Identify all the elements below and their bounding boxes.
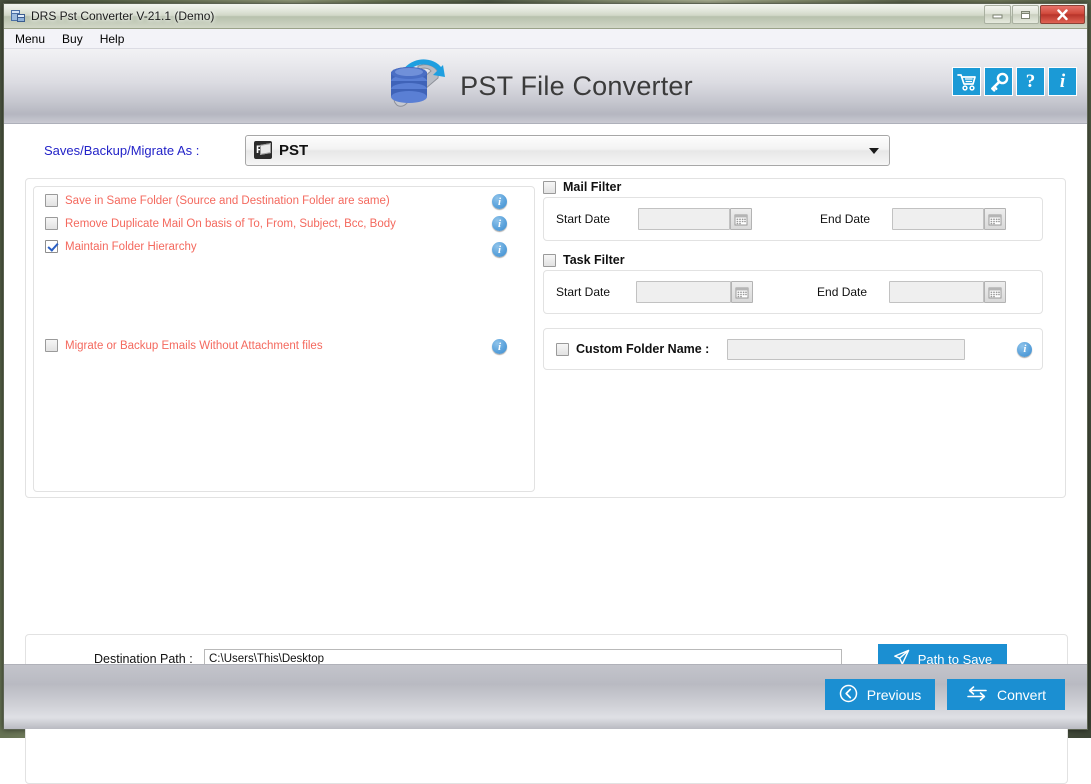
task-filter-end-input[interactable] bbox=[889, 281, 984, 303]
mail-filter-start-input[interactable] bbox=[638, 208, 730, 230]
checkbox-custom-folder-name[interactable] bbox=[556, 343, 569, 356]
checkbox-save-in-same-folder[interactable] bbox=[45, 194, 58, 207]
info-icon-save-in-same-folder[interactable]: i bbox=[492, 194, 507, 209]
database-wrench-logo bbox=[388, 56, 450, 117]
save-as-selected-value: PST bbox=[279, 142, 308, 159]
mail-filter-title: Mail Filter bbox=[563, 180, 621, 194]
brand-header: PST File Converter bbox=[4, 49, 1087, 124]
circle-chevron-left-icon bbox=[839, 684, 858, 706]
option-migrate-without-attachment[interactable]: Migrate or Backup Emails Without Attachm… bbox=[45, 339, 323, 352]
minimize-button[interactable] bbox=[984, 5, 1011, 24]
mail-filter-end-label: End Date bbox=[820, 212, 870, 226]
mail-filter-group: Mail Filter Start Date bbox=[543, 180, 1043, 241]
conversion-options-box: Save in Same Folder (Source and Destinat… bbox=[33, 186, 535, 492]
menu-bar: Menu Buy Help bbox=[4, 29, 1087, 49]
task-filter-title: Task Filter bbox=[563, 253, 625, 267]
custom-folder-input[interactable] bbox=[727, 339, 965, 360]
key-icon[interactable] bbox=[984, 67, 1013, 96]
exchange-arrows-icon bbox=[966, 685, 988, 705]
app-window-icon bbox=[10, 8, 26, 24]
task-filter-start-label: Start Date bbox=[556, 285, 610, 299]
save-as-row: Saves/Backup/Migrate As : P PST bbox=[4, 124, 1087, 176]
brand-block: PST File Converter bbox=[388, 56, 693, 117]
info-icon-maintain-folder-hierarchy[interactable]: i bbox=[492, 242, 507, 257]
checkbox-migrate-without-attachment[interactable] bbox=[45, 339, 58, 352]
task-filter-end-calendar-icon[interactable] bbox=[984, 281, 1006, 303]
info-icon-custom-folder[interactable]: i bbox=[1017, 342, 1032, 357]
option-save-in-same-folder[interactable]: Save in Same Folder (Source and Destinat… bbox=[45, 194, 390, 207]
convert-label: Convert bbox=[997, 687, 1046, 703]
help-glyph: ? bbox=[1026, 72, 1036, 91]
menu-item-menu[interactable]: Menu bbox=[13, 31, 47, 47]
task-filter-box: Start Date bbox=[543, 270, 1043, 314]
task-filter-header[interactable]: Task Filter bbox=[543, 253, 1043, 267]
custom-folder-box: Custom Folder Name : i bbox=[543, 328, 1043, 370]
previous-label: Previous bbox=[867, 687, 921, 703]
footer-bar: Previous Convert bbox=[4, 664, 1087, 729]
mail-filter-start-label: Start Date bbox=[556, 212, 610, 226]
title-bar: DRS Pst Converter V-21.1 (Demo) bbox=[4, 4, 1087, 29]
task-filter-group: Task Filter Start Date bbox=[543, 253, 1043, 314]
pst-file-icon: P bbox=[254, 141, 272, 159]
cart-icon[interactable] bbox=[952, 67, 981, 96]
maximize-button[interactable] bbox=[1012, 5, 1039, 24]
option-remove-duplicate-mail[interactable]: Remove Duplicate Mail On basis of To, Fr… bbox=[45, 217, 396, 230]
mail-filter-box: Start Date bbox=[543, 197, 1043, 241]
previous-button[interactable]: Previous bbox=[825, 679, 935, 710]
mail-filter-end-input[interactable] bbox=[892, 208, 984, 230]
window-controls bbox=[984, 5, 1085, 24]
options-panel: Save in Same Folder (Source and Destinat… bbox=[25, 178, 1066, 498]
option-label: Remove Duplicate Mail On basis of To, Fr… bbox=[65, 218, 396, 230]
chevron-down-icon bbox=[869, 148, 879, 154]
task-filter-end-label: End Date bbox=[817, 285, 867, 299]
info-glyph: i bbox=[1060, 72, 1065, 91]
task-filter-start-input[interactable] bbox=[636, 281, 731, 303]
save-as-dropdown[interactable]: P PST bbox=[245, 135, 890, 166]
option-label: Save in Same Folder (Source and Destinat… bbox=[65, 195, 390, 207]
application-window: DRS Pst Converter V-21.1 (Demo) Men bbox=[3, 3, 1088, 730]
mail-filter-end-calendar-icon[interactable] bbox=[984, 208, 1006, 230]
task-filter-start-calendar-icon[interactable] bbox=[731, 281, 753, 303]
checkbox-task-filter[interactable] bbox=[543, 254, 556, 267]
option-label: Maintain Folder Hierarchy bbox=[65, 241, 197, 253]
menu-item-buy[interactable]: Buy bbox=[60, 31, 85, 47]
info-icon-remove-duplicate-mail[interactable]: i bbox=[492, 216, 507, 231]
help-icon[interactable]: ? bbox=[1016, 67, 1045, 96]
info-icon-migrate-without-attachment[interactable]: i bbox=[492, 339, 507, 354]
header-icon-bar: ? i bbox=[952, 67, 1077, 96]
save-as-label: Saves/Backup/Migrate As : bbox=[44, 143, 244, 158]
window-title: DRS Pst Converter V-21.1 (Demo) bbox=[31, 9, 214, 23]
option-maintain-folder-hierarchy[interactable]: Maintain Folder Hierarchy bbox=[45, 240, 197, 253]
info-icon[interactable]: i bbox=[1048, 67, 1077, 96]
main-content: Saves/Backup/Migrate As : P PST Save in … bbox=[4, 124, 1087, 690]
menu-item-help[interactable]: Help bbox=[98, 31, 127, 47]
brand-title: PST File Converter bbox=[460, 71, 693, 102]
mail-filter-header[interactable]: Mail Filter bbox=[543, 180, 1043, 194]
mail-filter-start-calendar-icon[interactable] bbox=[730, 208, 752, 230]
close-button[interactable] bbox=[1040, 5, 1085, 24]
custom-folder-label: Custom Folder Name : bbox=[576, 342, 709, 356]
checkbox-maintain-folder-hierarchy[interactable] bbox=[45, 240, 58, 253]
option-label: Migrate or Backup Emails Without Attachm… bbox=[65, 340, 323, 352]
convert-button[interactable]: Convert bbox=[947, 679, 1065, 710]
checkbox-remove-duplicate-mail[interactable] bbox=[45, 217, 58, 230]
checkbox-mail-filter[interactable] bbox=[543, 181, 556, 194]
